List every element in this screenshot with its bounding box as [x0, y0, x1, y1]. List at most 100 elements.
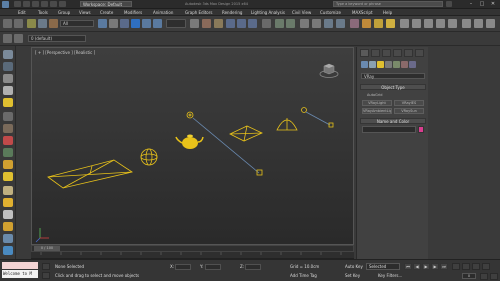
dome-light-icon[interactable]	[3, 222, 13, 231]
menu-help[interactable]: Help	[383, 9, 392, 16]
previous-frame-icon[interactable]: ◀	[413, 263, 421, 270]
mirror-icon[interactable]	[275, 19, 284, 28]
menu-maxscript[interactable]: MAXScript	[352, 9, 373, 16]
angle-snap-icon[interactable]	[237, 19, 246, 28]
vray-toolbar-icon[interactable]	[400, 19, 409, 28]
add-time-tag-button[interactable]: Add Time Tag	[290, 273, 317, 278]
search-input[interactable]: Type a keyword or phrase	[333, 1, 443, 7]
reference-coordinate-dropdown[interactable]	[166, 19, 186, 28]
menu-customize[interactable]: Customize	[320, 9, 341, 16]
save-file-icon[interactable]	[32, 1, 39, 7]
maxscript-listener-input[interactable]: Welcome to M	[2, 270, 38, 278]
display-tab-icon[interactable]	[404, 49, 413, 57]
schematic-view-icon[interactable]	[336, 19, 345, 28]
project-folder-icon[interactable]	[59, 1, 66, 7]
camera-icon[interactable]	[3, 50, 13, 59]
undo-icon[interactable]	[41, 1, 48, 7]
new-file-icon[interactable]	[14, 1, 21, 7]
modify-tab-icon[interactable]	[371, 49, 380, 57]
menu-group[interactable]: Group	[58, 9, 70, 16]
key-mode-dropdown[interactable]: Selected	[366, 263, 400, 270]
cameras-icon[interactable]	[385, 61, 392, 68]
layer-icon[interactable]	[3, 34, 12, 43]
sphere-icon[interactable]	[3, 210, 13, 219]
graphite-toggle-icon[interactable]	[312, 19, 321, 28]
menu-graph-editors[interactable]: Graph Editors	[185, 9, 212, 16]
vray-spot-light[interactable]	[276, 118, 298, 131]
set-key-button[interactable]: Set Key	[345, 273, 360, 278]
open-file-icon[interactable]	[23, 1, 30, 7]
helpers-icon[interactable]	[3, 62, 13, 71]
time-slider-thumb[interactable]: 0 / 100	[34, 246, 60, 251]
snaps-toggle-icon[interactable]	[226, 19, 235, 28]
search-icon[interactable]	[446, 1, 452, 7]
vray-proxy-icon[interactable]	[436, 19, 445, 28]
particle-icon[interactable]	[3, 124, 13, 133]
autogrid-checkbox[interactable]: AutoGrid	[367, 93, 382, 97]
zoom-extents-all-icon[interactable]	[482, 263, 490, 270]
cylinder-icon[interactable]	[3, 86, 13, 95]
vray-plane-light-diamond[interactable]	[229, 125, 263, 142]
systems-icon[interactable]	[409, 61, 416, 68]
light-bulb-icon[interactable]	[3, 172, 13, 181]
lights-icon[interactable]	[377, 61, 384, 68]
go-to-end-icon[interactable]: ⏭	[440, 263, 448, 270]
timeline-ruler[interactable]	[31, 252, 354, 259]
vrayambientlight-button[interactable]: VRayAmbientLig	[362, 108, 392, 114]
teapot-object[interactable]	[175, 134, 204, 150]
zoom-icon[interactable]	[452, 263, 460, 270]
render-production-icon[interactable]	[386, 19, 395, 28]
select-object-icon[interactable]	[98, 19, 107, 28]
bind-space-warp-icon[interactable]	[49, 19, 58, 28]
menu-tools[interactable]: Tools	[38, 9, 48, 16]
percent-snap-icon[interactable]	[248, 19, 257, 28]
geometry-icon[interactable]	[361, 61, 368, 68]
redo-icon[interactable]	[50, 1, 57, 7]
material-editor-icon[interactable]	[350, 19, 359, 28]
menu-lighting-analysis[interactable]: Lighting Analysis	[251, 9, 285, 16]
name-and-color-rollout[interactable]: Name and Color	[360, 118, 426, 124]
close-button[interactable]: ✕	[488, 1, 498, 8]
layer-dropdown[interactable]: 0 (default)	[28, 35, 86, 42]
vray-omni-light[interactable]	[186, 111, 194, 119]
next-frame-icon[interactable]: ▶	[431, 263, 439, 270]
select-by-name-icon[interactable]	[109, 19, 118, 28]
zoom-all-icon[interactable]	[462, 263, 470, 270]
auto-key-button[interactable]: Auto Key	[345, 264, 363, 269]
layer-manager-icon[interactable]	[300, 19, 309, 28]
space-warps-icon[interactable]	[401, 61, 408, 68]
link-icon[interactable]	[27, 19, 36, 28]
menu-modifiers[interactable]: Modifiers	[124, 9, 142, 16]
render-icon[interactable]	[3, 160, 13, 169]
menu-animation[interactable]: Animation	[153, 9, 173, 16]
vraylight-button[interactable]: VRayLight	[362, 100, 392, 106]
layers-icon[interactable]	[3, 74, 13, 83]
shapes-icon[interactable]	[369, 61, 376, 68]
maximize-button[interactable]: □	[477, 1, 487, 8]
maxscript-listener-output[interactable]	[2, 262, 38, 269]
systems-icon[interactable]	[3, 148, 13, 157]
pivot-center-icon[interactable]	[190, 19, 199, 28]
viewport-icon[interactable]	[3, 246, 13, 255]
render-setup-icon[interactable]	[362, 19, 371, 28]
selection-filter-dropdown[interactable]: All	[60, 20, 94, 27]
utilities-tab-icon[interactable]	[415, 49, 424, 57]
viewcube-icon[interactable]	[319, 62, 339, 78]
selection-lock-icon[interactable]	[42, 272, 50, 279]
curve-editor-icon[interactable]	[324, 19, 333, 28]
play-icon[interactable]: ▶	[422, 263, 430, 270]
vray-sphere-fade-icon[interactable]	[448, 19, 457, 28]
object-type-rollout[interactable]: Object Type	[360, 84, 426, 90]
select-manipulate-icon[interactable]	[202, 19, 211, 28]
current-frame-field[interactable]: 0	[462, 273, 476, 279]
material-icon[interactable]	[3, 186, 13, 195]
vray-sphere-light[interactable]	[140, 148, 158, 166]
vrayies-button[interactable]: VRayIES	[394, 100, 424, 106]
select-scale-icon[interactable]	[153, 19, 162, 28]
align-icon[interactable]	[286, 19, 295, 28]
vray-fur-icon[interactable]	[474, 19, 483, 28]
menu-views[interactable]: Views	[79, 9, 91, 16]
vray-plane-light-large[interactable]	[47, 159, 133, 189]
vray-lights-icon[interactable]	[424, 19, 433, 28]
vray-plane-icon[interactable]	[462, 19, 471, 28]
